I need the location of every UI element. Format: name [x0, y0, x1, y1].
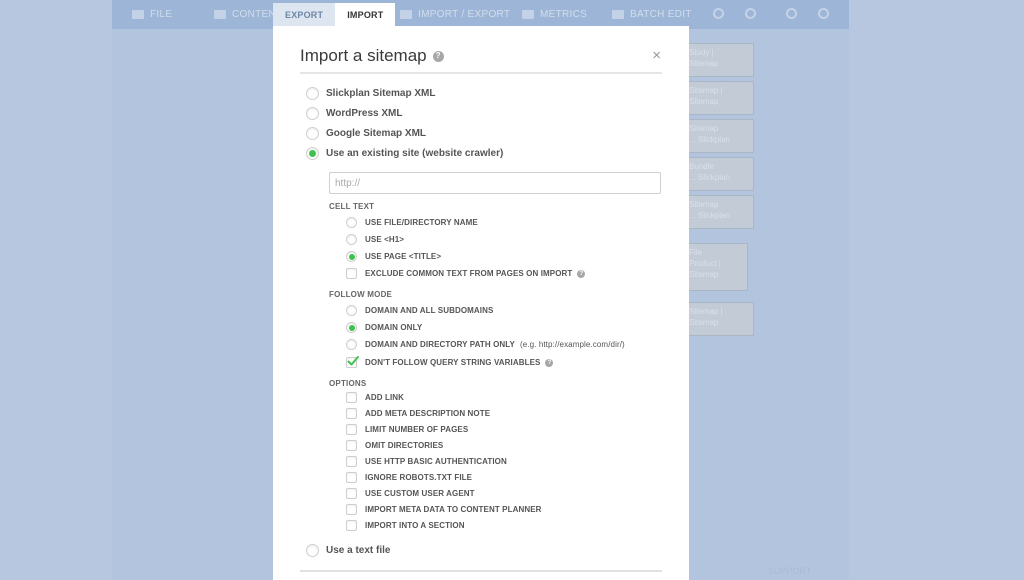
radio-slickplan-xml[interactable] — [306, 87, 319, 100]
follow-mode-option-label: DOMAIN AND ALL SUBDOMAINS — [365, 306, 494, 315]
content-icon — [214, 10, 226, 19]
tab-import[interactable]: IMPORT — [335, 3, 396, 27]
checkbox-omit-directories[interactable] — [346, 440, 357, 451]
help-icon[interactable]: ? — [432, 50, 444, 62]
checkbox-add-link[interactable] — [346, 392, 357, 403]
checkbox-import-meta-data[interactable] — [346, 504, 357, 515]
zoom-out-icon[interactable] — [818, 8, 829, 19]
app-toolbar: File Content Import / Export Metrics Bat… — [112, 0, 849, 29]
option-label: IMPORT INTO A SECTION — [365, 521, 465, 530]
cell-text-option-label: USE <H1> — [365, 235, 405, 244]
follow-mode-option-label: DOMAIN ONLY — [365, 323, 423, 332]
help-icon[interactable]: ? — [577, 269, 586, 278]
radio-domain-and-directory-path[interactable] — [346, 339, 357, 350]
checkbox-import-into-section[interactable] — [346, 520, 357, 531]
source-option-label: Google Sitemap XML — [326, 128, 427, 139]
divider — [300, 570, 662, 572]
sitemap-card: Sitemap | Sitemap — [682, 81, 754, 115]
sitemap-card: Sitemap... Slickplan — [682, 195, 754, 229]
radio-website-crawler[interactable] — [306, 147, 319, 160]
radio-google-sitemap-xml[interactable] — [306, 127, 319, 140]
help-icon[interactable]: ? — [545, 358, 554, 367]
url-input[interactable] — [329, 172, 661, 194]
sitemap-card: Sitemap | Sitemap — [682, 302, 754, 336]
exclude-common-text-label: EXCLUDE COMMON TEXT FROM PAGES ON IMPORT… — [365, 269, 586, 278]
source-option-label: Slickplan Sitemap XML — [326, 88, 436, 99]
checkmark-icon — [347, 356, 359, 366]
option-label: IGNORE ROBOTS.TXT FILE — [365, 473, 473, 482]
batch-edit-icon — [612, 10, 624, 19]
import-sitemap-modal: Import a sitemap ? × Slickplan Sitemap X… — [273, 26, 689, 580]
option-label: ADD LINK — [365, 393, 405, 402]
checkbox-exclude-common-text[interactable] — [346, 268, 357, 279]
radio-use-page-title[interactable] — [346, 251, 357, 262]
sitemap-card: File Product | Sitemap — [682, 243, 748, 291]
source-option-label: WordPress XML — [326, 108, 403, 119]
metrics-icon — [522, 10, 534, 19]
sitemap-card: Sitemap... Slickplan — [682, 119, 754, 153]
cell-text-option-label: USE PAGE <TITLE> — [365, 252, 442, 261]
zoom-in-icon[interactable] — [786, 8, 797, 19]
checkbox-http-basic-auth[interactable] — [346, 456, 357, 467]
radio-use-file-directory-name[interactable] — [346, 217, 357, 228]
option-label: USE HTTP BASIC AUTHENTICATION — [365, 457, 507, 466]
support-link[interactable]: Support — [768, 566, 811, 576]
radio-use-h1[interactable] — [346, 234, 357, 245]
checkbox-custom-user-agent[interactable] — [346, 488, 357, 499]
toolbar-import-export[interactable]: Import / Export — [400, 0, 510, 29]
source-option-label: Use an existing site (website crawler) — [326, 148, 504, 159]
radio-domain-and-subdomains[interactable] — [346, 305, 357, 316]
option-label: LIMIT NUMBER OF PAGES — [365, 425, 469, 434]
follow-mode-option-label: DOMAIN AND DIRECTORY PATH ONLY (e.g. http… — [365, 340, 625, 349]
checkbox-add-meta-description-note[interactable] — [346, 408, 357, 419]
radio-text-file[interactable] — [306, 544, 319, 557]
source-option-label: Use a text file — [326, 545, 391, 556]
option-label: IMPORT META DATA TO CONTENT PLANNER — [365, 505, 542, 514]
follow-mode-heading: FOLLOW MODE — [329, 290, 393, 299]
sitemap-card: Study | Sitemap — [682, 43, 754, 77]
cell-text-heading: CELL TEXT — [329, 202, 375, 211]
import-export-icon — [400, 10, 412, 19]
tab-export[interactable]: EXPORT — [273, 3, 336, 27]
cell-text-option-label: USE FILE/DIRECTORY NAME — [365, 218, 478, 227]
option-label: OMIT DIRECTORIES — [365, 441, 444, 450]
option-label: ADD META DESCRIPTION NOTE — [365, 409, 491, 418]
folder-icon — [132, 10, 144, 19]
sitemap-card: Bundle... Slickplan — [682, 157, 754, 191]
close-icon[interactable]: × — [652, 48, 661, 63]
checkbox-limit-number-of-pages[interactable] — [346, 424, 357, 435]
import-export-tabs: EXPORT IMPORT — [273, 3, 396, 27]
radio-domain-only[interactable] — [346, 322, 357, 333]
redo-icon[interactable] — [745, 8, 756, 19]
toolbar-file[interactable]: File — [132, 0, 172, 29]
options-heading: OPTIONS — [329, 379, 367, 388]
undo-icon[interactable] — [713, 8, 724, 19]
toolbar-metrics[interactable]: Metrics — [522, 0, 587, 29]
divider — [300, 72, 662, 74]
radio-wordpress-xml[interactable] — [306, 107, 319, 120]
toolbar-batch-edit[interactable]: Batch Edit — [612, 0, 692, 29]
option-label: USE CUSTOM USER AGENT — [365, 489, 475, 498]
query-string-label: DON'T FOLLOW QUERY STRING VARIABLES? — [365, 358, 554, 367]
checkbox-ignore-robots-txt[interactable] — [346, 472, 357, 483]
modal-title: Import a sitemap ? — [300, 46, 444, 66]
